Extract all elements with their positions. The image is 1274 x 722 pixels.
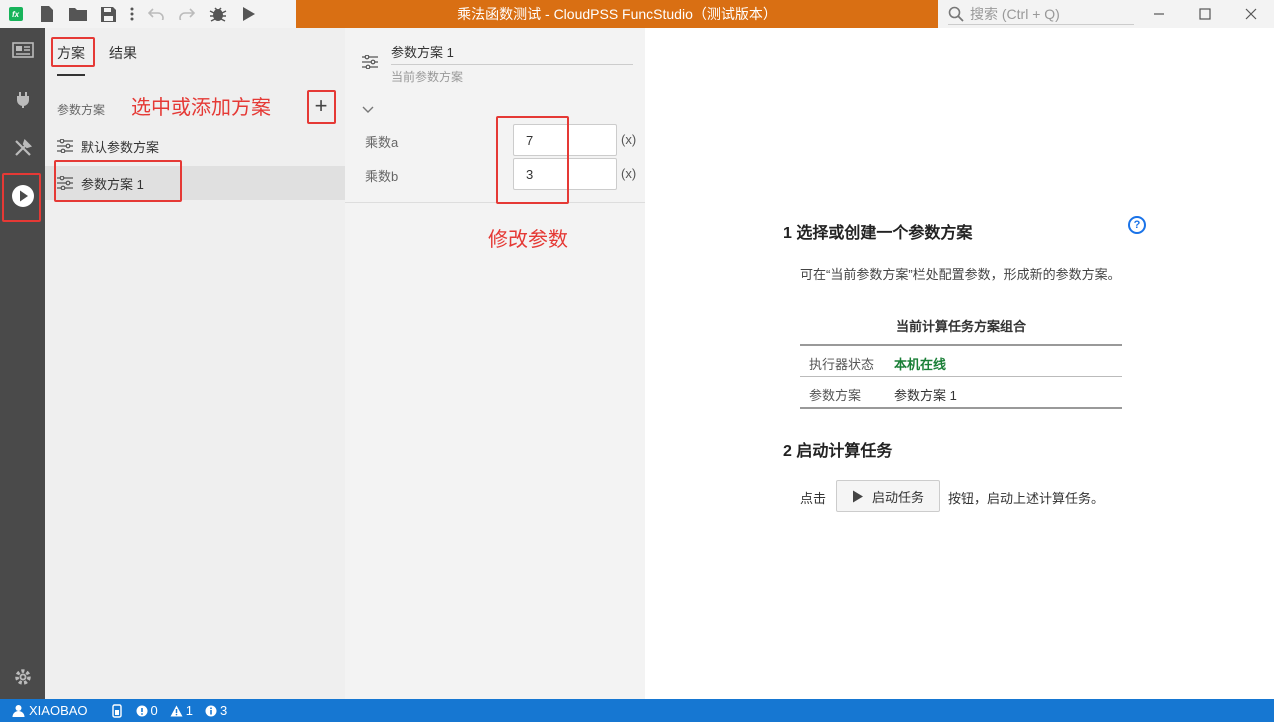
annotation-add-hint: 选中或添加方案 [131,97,271,119]
scheme-value: 参数方案 1 [894,388,957,403]
window-title: 乘法函数测试 - CloudPSS FuncStudio（测试版本） [296,0,938,28]
maximize-icon[interactable] [1182,0,1228,28]
activity-plugin-icon[interactable] [0,77,45,121]
parameter-editor: 参数方案 1 当前参数方案 乘数a 7 (x) 乘数b 3 (x) [345,28,645,699]
scheme-name-input[interactable]: 参数方案 1 [391,42,633,65]
activity-overview-icon[interactable] [0,28,45,72]
step1-description: 可在“当前参数方案”栏处配置参数，形成新的参数方案。 [800,267,1121,282]
app-logo-icon: fx [0,0,31,28]
title-bar: fx 乘法函数测试 - CloudPSS FuncStudio（测试版本） 搜索… [0,0,1274,28]
divider [345,202,645,203]
search-placeholder: 搜索 (Ctrl + Q) [970,6,1060,22]
table-rule [800,344,1122,346]
info-count[interactable]: 3 [205,703,233,718]
step2-prefix: 点击 [800,491,827,506]
task-table-title: 当前计算任务方案组合 [895,319,1026,334]
search-icon [948,6,964,22]
param-expr-toggle-b[interactable]: (x) [621,166,636,181]
undo-icon[interactable] [140,0,171,28]
help-icon[interactable]: ? [1128,216,1146,234]
table-rule [800,376,1122,377]
executor-icon[interactable] [111,703,122,718]
info-count-value: 3 [220,703,228,718]
row-key-executor: 执行器状态 [809,357,875,372]
toolbar: fx [0,0,264,28]
window-controls [1136,0,1274,28]
highlight-run-activity [2,173,41,222]
tab-results[interactable]: 结果 [109,43,137,63]
activity-tools-icon[interactable] [0,126,45,170]
user-icon [12,705,25,717]
param-label-a: 乘数a [365,135,399,150]
scheme-label: 默认参数方案 [81,139,160,155]
more-icon[interactable] [124,0,140,28]
warning-icon [170,705,183,716]
save-icon[interactable] [93,0,124,28]
chevron-down-icon[interactable] [362,106,374,114]
annotation-modify-hint: 修改参数 [488,229,568,251]
param-expr-toggle-a[interactable]: (x) [621,132,636,147]
sliders-icon [362,55,378,69]
run-icon[interactable] [233,0,264,28]
param-label-b: 乘数b [365,169,399,184]
step1-title: 1 选择或创建一个参数方案 [783,225,973,242]
scheme-subtitle: 当前参数方案 [391,70,464,84]
open-folder-icon[interactable] [62,0,93,28]
highlight-add-button [307,90,336,124]
status-bar: XIAOBAO 0 1 3 [0,699,1274,722]
play-icon [852,490,863,502]
scheme-item-default[interactable]: 默认参数方案 [45,129,345,163]
table-rule [800,407,1122,409]
error-count-value: 0 [150,703,158,718]
row-key-scheme: 参数方案 [809,388,862,403]
new-file-icon[interactable] [31,0,62,28]
active-tab-indicator [57,74,85,76]
section-label: 参数方案 [57,103,106,117]
user-name: XIAOBAO [29,703,88,718]
redo-icon[interactable] [171,0,202,28]
highlight-scheme-tab [51,37,95,67]
warning-count[interactable]: 1 [170,703,199,718]
error-count[interactable]: 0 [136,703,164,718]
warning-count-value: 1 [185,703,193,718]
settings-gear-icon[interactable] [0,655,45,699]
minimize-icon[interactable] [1136,0,1182,28]
start-task-label: 启动任务 [871,489,924,505]
sliders-icon [57,139,73,153]
user-status[interactable]: XIAOBAO [12,703,94,718]
step2-suffix: 按钮，启动上述计算任务。 [948,491,1105,506]
executor-status-value: 本机在线 [894,357,947,372]
step2-title: 2 启动计算任务 [783,443,893,460]
highlight-param-inputs [496,116,569,204]
debug-icon[interactable] [202,0,233,28]
error-icon [136,705,148,716]
highlight-scheme-item [54,160,182,202]
search-box[interactable]: 搜索 (Ctrl + Q) [938,0,1138,28]
main-guide-panel: 1 选择或创建一个参数方案 ? 可在“当前参数方案”栏处配置参数，形成新的参数方… [645,28,1274,699]
close-icon[interactable] [1228,0,1274,28]
info-icon [205,705,217,716]
scheme-sidebar: 方案 结果 参数方案 + 默认参数方案 参数方案 1 [45,28,345,699]
activity-bar [0,28,45,699]
start-task-button[interactable]: 启动任务 [836,480,940,512]
